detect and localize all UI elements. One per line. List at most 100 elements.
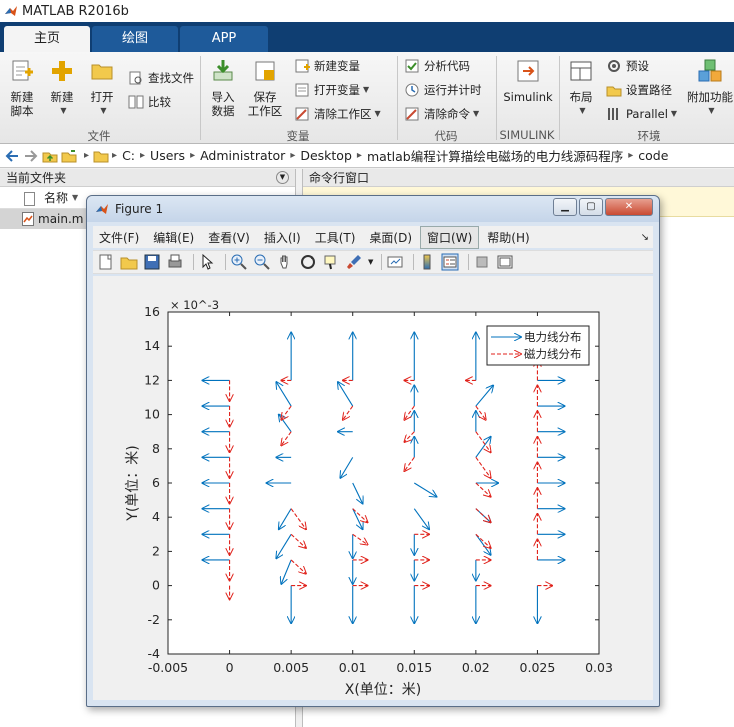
file-group-label: 文件 [87, 129, 111, 143]
open-file-icon[interactable] [120, 253, 138, 271]
current-folder-title-text: 当前文件夹 [6, 171, 67, 185]
pointer-icon[interactable] [198, 253, 216, 271]
matlab-logo-icon [5, 6, 17, 16]
layout-label: 布局 [569, 90, 593, 104]
show-plot-tools-icon[interactable] [496, 253, 514, 271]
add-ons-button[interactable]: 附加功能 ▼ [686, 58, 734, 118]
zoom-out-icon[interactable] [253, 253, 271, 271]
figure-canvas[interactable]: -0.005 0 0.005 0.01 0.015 0.02 0.025 0.03 -4 -2 0 2… [93, 276, 653, 700]
x-tick-label: 0 [226, 660, 234, 675]
layout-icon [570, 61, 592, 81]
figure-toolbar: ▼ [93, 250, 653, 274]
new-script-button[interactable]: 新建 脚本 [6, 58, 38, 118]
zoom-in-icon[interactable] [230, 253, 248, 271]
menu-desktop[interactable]: 桌面(D) [363, 227, 418, 248]
tab-plots[interactable]: 绘图 [92, 26, 178, 52]
analyze-code-icon [405, 59, 419, 73]
breadcrumb-desktop[interactable]: Desktop [300, 148, 352, 163]
minimize-button[interactable]: ▁ [553, 198, 577, 216]
legend-label-magnetic: 磁力线分布 [524, 347, 582, 361]
open-label: 打开 [90, 90, 114, 104]
chevron-down-icon: ▼ [363, 85, 370, 94]
variable-group-label: 变量 [286, 129, 310, 143]
legend[interactable]: 电力线分布 磁力线分布 [486, 325, 590, 366]
clear-commands-label: 清除命令 [424, 107, 470, 121]
breadcrumb-separator: ▸ [290, 150, 296, 161]
open-button[interactable]: 打开 ▼ [86, 58, 118, 118]
preferences-button[interactable]: 预设 [606, 56, 649, 76]
menu-insert[interactable]: 插入(I) [258, 227, 307, 248]
app-titlebar: MATLAB R2016b [0, 0, 734, 22]
clear-workspace-button[interactable]: 清除工作区 ▼ [294, 104, 381, 124]
menu-file[interactable]: 文件(F) [93, 227, 145, 248]
new-button[interactable]: 新建 ▼ [46, 58, 78, 118]
current-folder-title: 当前文件夹 ▼ [0, 169, 295, 187]
new-variable-button[interactable]: 新建变量 [294, 56, 360, 76]
hide-plot-tools-icon[interactable] [473, 253, 491, 271]
matlab-logo-icon [96, 204, 108, 214]
data-cursor-icon[interactable] [322, 253, 340, 271]
environment-group-label: 环境 [637, 129, 661, 143]
import-data-button[interactable]: 导入 数据 [206, 58, 240, 118]
back-arrow-icon[interactable] [4, 148, 20, 164]
dock-arrow-icon[interactable]: ↘ [641, 232, 649, 243]
run-and-time-label: 运行并计时 [424, 83, 482, 97]
chevron-down-icon[interactable]: ▼ [368, 258, 373, 266]
print-icon[interactable] [166, 253, 184, 271]
menu-edit[interactable]: 编辑(E) [147, 227, 200, 248]
menu-tools[interactable]: 工具(T) [309, 227, 362, 248]
compare-icon [128, 95, 144, 109]
name-column-label: 名称 [44, 190, 69, 205]
menu-help[interactable]: 帮助(H) [481, 227, 535, 248]
legend-label-electric: 电力线分布 [524, 330, 582, 344]
maximize-button[interactable]: ▢ [579, 198, 603, 216]
new-figure-icon[interactable] [97, 253, 115, 271]
add-ons-icon [698, 59, 722, 82]
run-and-time-button[interactable]: 运行并计时 [404, 80, 482, 100]
open-variable-button[interactable]: 打开变量 ▼ [294, 80, 369, 100]
find-files-button[interactable]: 查找文件 [128, 68, 194, 88]
simulink-button[interactable]: Simulink [502, 58, 554, 104]
save-workspace-button[interactable]: 保存 工作区 [246, 58, 284, 118]
menu-window[interactable]: 窗口(W) [420, 225, 480, 249]
menu-view[interactable]: 查看(V) [202, 227, 256, 248]
brush-icon[interactable] [345, 253, 363, 271]
quiver-plot[interactable]: -0.005 0 0.005 0.01 0.015 0.02 0.025 0.03 -4 -2 0 2… [93, 276, 653, 700]
run-and-time-icon [405, 83, 419, 97]
analyze-code-button[interactable]: 分析代码 [404, 56, 470, 76]
chevron-down-icon: ▼ [473, 109, 480, 118]
breadcrumb-separator: ▸ [140, 150, 146, 161]
save-icon[interactable] [143, 253, 161, 271]
clear-workspace-icon [295, 107, 309, 121]
close-button[interactable]: ✕ [605, 198, 653, 216]
set-path-button[interactable]: 设置路径 [606, 80, 672, 100]
breadcrumb-users[interactable]: Users [150, 148, 185, 163]
colorbar-icon[interactable] [418, 253, 436, 271]
up-folder-icon[interactable] [42, 148, 58, 164]
pan-hand-icon[interactable] [276, 253, 294, 271]
toolbar-separator [193, 254, 194, 270]
breadcrumb-c[interactable]: C: [122, 148, 135, 163]
breadcrumb-administrator[interactable]: Administrator [200, 148, 285, 163]
panel-menu-icon[interactable]: ▼ [276, 171, 289, 184]
browse-folder-icon[interactable] [61, 148, 77, 164]
parallel-button[interactable]: Parallel ▼ [606, 104, 677, 124]
import-data-icon [213, 60, 233, 81]
tab-home[interactable]: 主页 [4, 26, 90, 52]
figure-window[interactable]: Figure 1 ▁ ▢ ✕ 文件(F) 编辑(E) 查看(V) 插入(I) 工… [86, 195, 660, 707]
rotate-3d-icon[interactable] [299, 253, 317, 271]
forward-arrow-icon[interactable] [23, 148, 39, 164]
figure-titlebar[interactable]: Figure 1 ▁ ▢ ✕ [87, 196, 659, 222]
y-tick-label: -2 [148, 612, 160, 627]
legend-icon[interactable] [441, 253, 459, 271]
breadcrumb-project-folder[interactable]: matlab编程计算描绘电磁场的电力线源码程序 [367, 146, 623, 165]
compare-button[interactable]: 比较 [128, 92, 171, 112]
new-script-label: 新建 脚本 [10, 90, 34, 118]
layout-button[interactable]: 布局 ▼ [564, 58, 598, 118]
breadcrumb-separator: ▸ [84, 150, 90, 161]
compare-label: 比较 [148, 95, 171, 109]
breadcrumb-code[interactable]: code [638, 148, 668, 163]
link-plot-icon[interactable] [386, 253, 404, 271]
clear-commands-button[interactable]: 清除命令 ▼ [404, 104, 479, 124]
tab-apps[interactable]: APP [180, 26, 268, 52]
